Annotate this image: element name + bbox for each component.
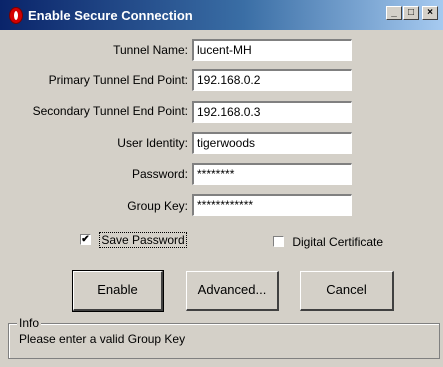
digital-certificate-option[interactable]: Digital Certificate xyxy=(273,234,383,249)
tunnel-name-label: Tunnel Name: xyxy=(113,43,188,57)
minimize-icon: _ xyxy=(391,7,397,18)
enable-button[interactable]: Enable xyxy=(72,270,164,312)
save-password-option[interactable]: ✔ Save Password xyxy=(80,231,187,248)
primary-endpoint-label: Primary Tunnel End Point: xyxy=(48,73,188,87)
maximize-icon: □ xyxy=(407,7,415,18)
password-label: Password: xyxy=(131,167,188,181)
title-bar[interactable]: Enable Secure Connection _ □ × xyxy=(0,0,443,30)
app-logo-icon xyxy=(9,7,23,24)
save-password-label: Save Password xyxy=(99,231,187,248)
password-input[interactable]: ******** xyxy=(192,163,352,185)
maximize-button[interactable]: □ xyxy=(403,6,419,20)
close-icon: × xyxy=(427,7,433,18)
save-password-checkbox[interactable]: ✔ xyxy=(80,234,91,246)
group-key-input[interactable]: ************ xyxy=(192,194,352,216)
digital-certificate-label: Digital Certificate xyxy=(292,234,384,249)
secondary-endpoint-label: Secondary Tunnel End Point: xyxy=(32,104,188,118)
info-group-title: Info xyxy=(17,316,42,330)
window-title: Enable Secure Connection xyxy=(28,8,193,23)
secondary-endpoint-input[interactable]: 192.168.0.3 xyxy=(192,101,352,123)
primary-endpoint-input[interactable]: 192.168.0.2 xyxy=(192,69,352,91)
group-key-label: Group Key: xyxy=(127,199,188,213)
minimize-button[interactable]: _ xyxy=(386,6,402,20)
digital-certificate-checkbox[interactable] xyxy=(273,236,284,248)
close-button[interactable]: × xyxy=(422,6,438,20)
tunnel-name-input[interactable]: lucent-MH xyxy=(192,39,352,61)
status-message: Please enter a valid Group Key xyxy=(19,332,186,346)
user-identity-label: User Identity: xyxy=(117,136,188,150)
advanced-button[interactable]: Advanced... xyxy=(186,271,279,311)
cancel-button[interactable]: Cancel xyxy=(300,271,394,311)
user-identity-input[interactable]: tigerwoods xyxy=(192,132,352,154)
